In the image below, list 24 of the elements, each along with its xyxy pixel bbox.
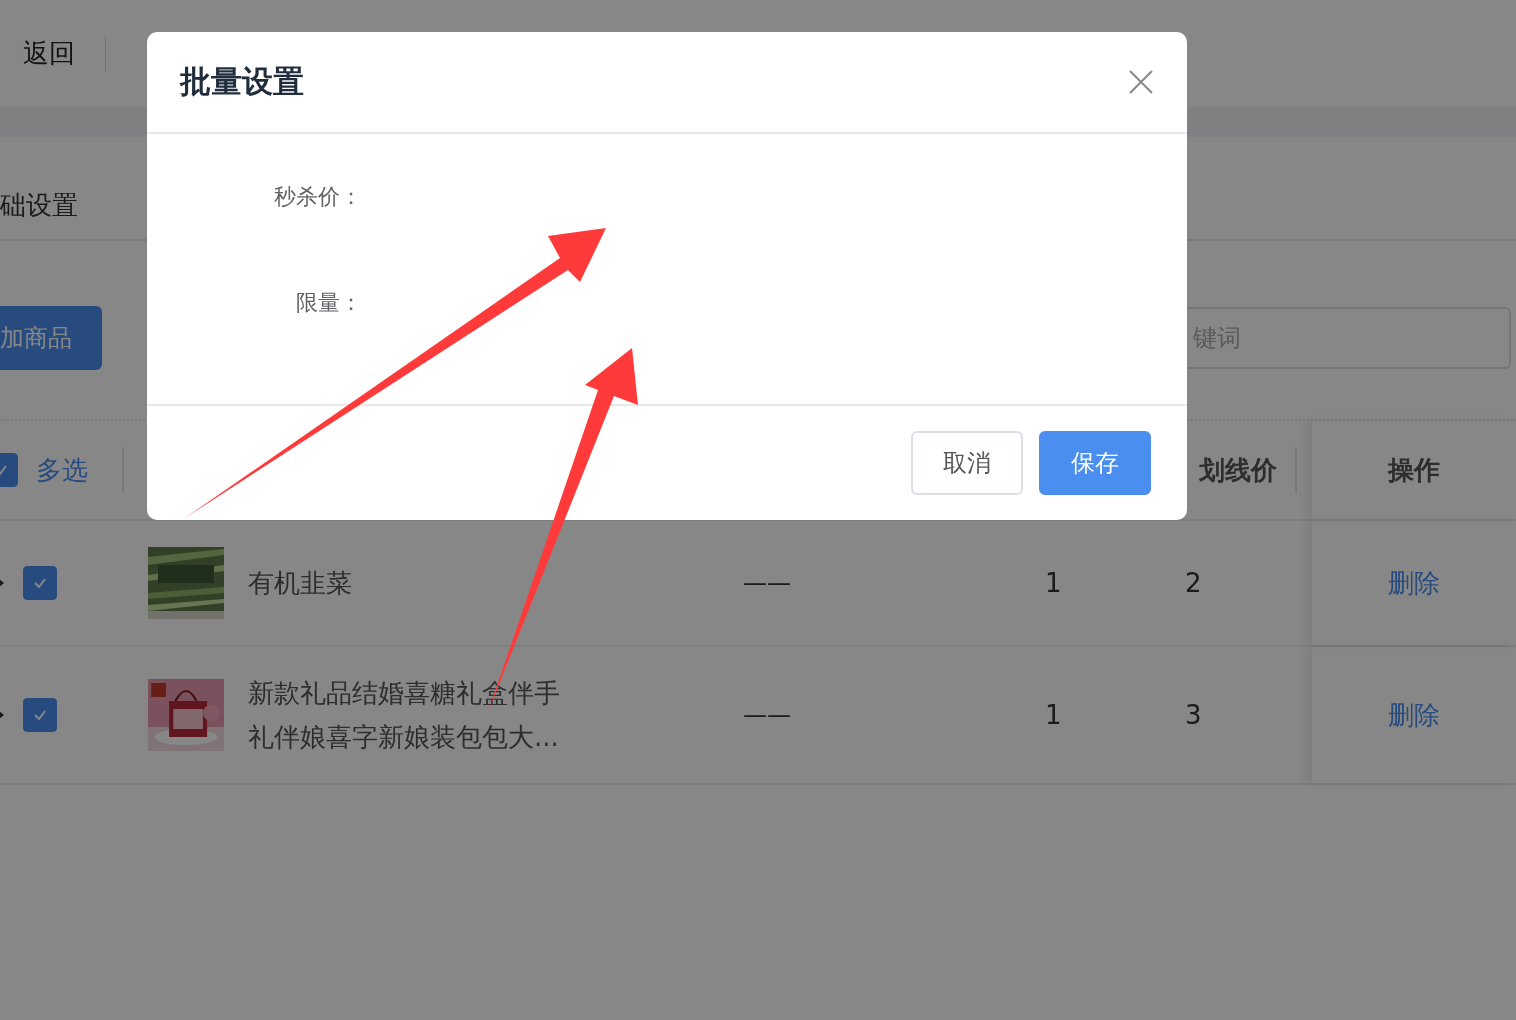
section-tab[interactable]: 础设置 [0, 187, 78, 223]
delete-link[interactable]: 删除 [1388, 697, 1440, 733]
checkbox[interactable] [23, 566, 57, 600]
table-cell: —— [743, 569, 791, 597]
cancel-button[interactable]: 取消 [911, 431, 1023, 495]
table-cell: —— [743, 701, 791, 729]
checkbox[interactable] [23, 698, 57, 732]
close-button[interactable] [1129, 70, 1153, 94]
add-product-button[interactable]: 加商品 [0, 305, 102, 370]
product-name: 有机韭菜 [248, 567, 353, 600]
dialog-title: 批量设置 [180, 62, 304, 101]
column-header: 操作 [1388, 453, 1440, 487]
save-button[interactable]: 保存 [1039, 431, 1151, 495]
field-label: 秒杀价： [273, 183, 362, 211]
table-cell: 2 [1185, 568, 1202, 598]
table-cell: 1 [1045, 568, 1062, 598]
table-cell: 1 [1045, 700, 1062, 730]
close-icon [1129, 70, 1153, 94]
field-label: 限量： [295, 289, 362, 317]
select-all-label[interactable]: 多选 [36, 452, 88, 488]
table-cell: 3 [1185, 700, 1202, 730]
delete-link[interactable]: 删除 [1388, 565, 1440, 601]
column-header: 划线价 [1199, 453, 1277, 487]
back-link[interactable]: 返回 [23, 36, 75, 71]
